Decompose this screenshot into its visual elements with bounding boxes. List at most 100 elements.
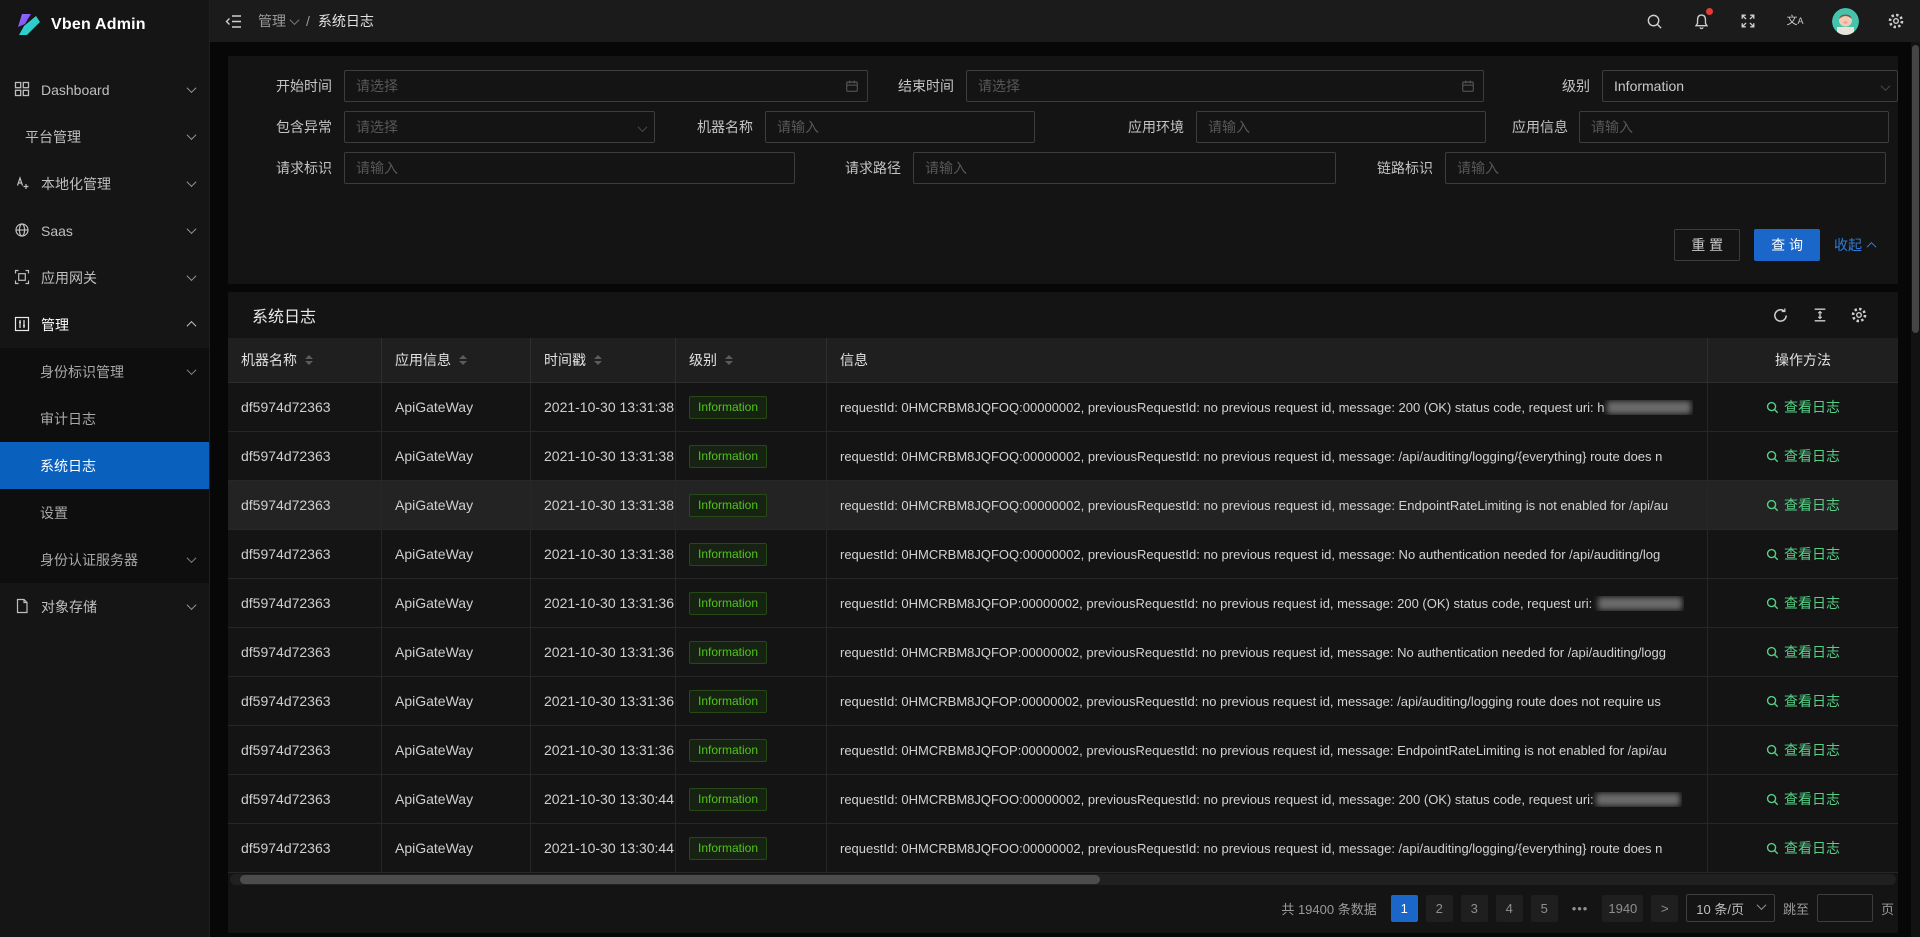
filter-field-end-time: 结束时间 (894, 70, 1484, 102)
column-header-app-info[interactable]: 应用信息 (382, 338, 531, 383)
chevron-down-icon (187, 553, 197, 563)
cell-machine-name: df5974d72363 (228, 481, 382, 530)
search-button[interactable]: 查 询 (1754, 229, 1820, 261)
localization-icon (14, 175, 31, 192)
request-id-input[interactable] (344, 152, 795, 184)
cell-actions: 查看日志 (1708, 824, 1898, 873)
view-log-button[interactable]: 查看日志 (1766, 495, 1840, 515)
next-page-button[interactable]: > (1651, 895, 1678, 922)
app-info-label: 应用信息 (1512, 117, 1567, 137)
sidebar-item-settings[interactable]: 设置 (0, 489, 209, 536)
page-button[interactable]: 5 (1531, 895, 1558, 922)
avatar[interactable] (1832, 8, 1859, 35)
collapse-filters-link[interactable]: 收起 (1834, 235, 1875, 255)
sidebar-item-dashboard[interactable]: Dashboard (0, 66, 209, 113)
page-size-select[interactable]: 10 条/页 (1686, 894, 1775, 922)
breadcrumb: 管理 / 系统日志 (258, 11, 374, 31)
horizontal-scrollbar-thumb[interactable] (240, 875, 1100, 884)
calendar-icon (1461, 79, 1475, 93)
table-row: df5974d72363 ApiGateWay 2021-10-30 13:31… (228, 628, 1898, 677)
cell-app-info: ApiGateWay (382, 481, 531, 530)
filter-field-start-time: 开始时间 (252, 70, 868, 102)
sidebar-item-label: 本地化管理 (41, 174, 188, 194)
app-info-input[interactable] (1579, 111, 1889, 143)
sidebar-item-audit-log[interactable]: 审计日志 (0, 395, 209, 442)
sidebar-item-label: 设置 (40, 503, 195, 523)
vertical-scrollbar (1911, 42, 1920, 937)
environment-input[interactable] (1196, 111, 1486, 143)
page-button[interactable]: 1940 (1602, 895, 1643, 922)
sort-icons (305, 355, 313, 365)
filter-panel: 开始时间 结束时间 (228, 56, 1898, 284)
start-time-input[interactable] (344, 70, 868, 102)
view-log-button[interactable]: 查看日志 (1766, 838, 1840, 858)
column-settings-gear-icon[interactable] (1849, 306, 1868, 325)
table-row: df5974d72363 ApiGateWay 2021-10-30 13:31… (228, 481, 1898, 530)
notification-bell-icon[interactable] (1691, 11, 1711, 31)
column-header-timestamp[interactable]: 时间戳 (531, 338, 676, 383)
search-icon[interactable] (1644, 11, 1664, 31)
level-badge: Information (689, 445, 767, 468)
menu-fold-icon[interactable] (222, 10, 244, 32)
chevron-down-icon (187, 177, 197, 187)
sidebar-item-gateway[interactable]: 应用网关 (0, 254, 209, 301)
view-log-button[interactable]: 查看日志 (1766, 642, 1840, 662)
cell-actions: 查看日志 (1708, 432, 1898, 481)
page-button[interactable]: 4 (1496, 895, 1523, 922)
sidebar-item-label: 审计日志 (40, 409, 195, 429)
sidebar-item-saas[interactable]: Saas (0, 207, 209, 254)
column-header-machine[interactable]: 机器名称 (228, 338, 382, 383)
jump-page-input[interactable] (1817, 894, 1873, 922)
breadcrumb-section[interactable]: 管理 (258, 11, 298, 31)
view-log-button[interactable]: 查看日志 (1766, 446, 1840, 466)
view-log-button[interactable]: 查看日志 (1766, 397, 1840, 417)
page-button[interactable]: ••• (1566, 895, 1595, 922)
translate-icon[interactable]: 文A (1785, 11, 1805, 31)
request-path-label: 请求路径 (841, 158, 901, 178)
sidebar-item-label: 系统日志 (40, 456, 195, 476)
machine-name-input[interactable] (765, 111, 1035, 143)
cell-timestamp: 2021-10-30 13:31:38 (531, 383, 676, 432)
request-path-input[interactable] (913, 152, 1336, 184)
sidebar-item-platform[interactable]: 平台管理 (0, 113, 209, 160)
view-log-button[interactable]: 查看日志 (1766, 789, 1840, 809)
cell-level: Information (676, 481, 827, 530)
cell-app-info: ApiGateWay (382, 530, 531, 579)
sidebar-item-object-storage[interactable]: 对象存储 (0, 583, 209, 630)
sidebar-item-manage[interactable]: 管理 (0, 301, 209, 348)
breadcrumb-separator: / (306, 13, 310, 29)
cell-level: Information (676, 383, 827, 432)
view-log-button[interactable]: 查看日志 (1766, 544, 1840, 564)
sidebar-item-identity-server[interactable]: 身份认证服务器 (0, 536, 209, 583)
chevron-down-icon (187, 365, 197, 375)
view-log-button[interactable]: 查看日志 (1766, 740, 1840, 760)
page-button[interactable]: 2 (1426, 895, 1453, 922)
redacted-blur (1598, 597, 1682, 610)
level-badge: Information (689, 641, 767, 664)
trace-id-input[interactable] (1445, 152, 1886, 184)
magnifier-icon (1766, 499, 1779, 512)
fullscreen-icon[interactable] (1738, 11, 1758, 31)
level-select[interactable]: Information (1602, 70, 1898, 102)
end-time-input[interactable] (966, 70, 1484, 102)
logo-icon (14, 11, 42, 39)
page-button[interactable]: 1 (1391, 895, 1418, 922)
exception-select[interactable]: 请选择 (344, 111, 655, 143)
row-height-icon[interactable] (1810, 306, 1829, 325)
cell-machine-name: df5974d72363 (228, 579, 382, 628)
page-button[interactable]: 3 (1461, 895, 1488, 922)
logo[interactable]: Vben Admin (0, 0, 209, 50)
view-log-button[interactable]: 查看日志 (1766, 593, 1840, 613)
vertical-scrollbar-thumb[interactable] (1912, 45, 1919, 333)
refresh-icon[interactable] (1771, 306, 1790, 325)
sidebar-item-system-log[interactable]: 系统日志 (0, 442, 209, 489)
settings-gear-icon[interactable] (1886, 11, 1906, 31)
cell-app-info: ApiGateWay (382, 775, 531, 824)
cell-message: requestId: 0HMCRBM8JQFOQ:00000002, previ… (827, 481, 1708, 530)
view-log-button[interactable]: 查看日志 (1766, 691, 1840, 711)
sidebar-item-localization[interactable]: 本地化管理 (0, 160, 209, 207)
sidebar-item-identity-management[interactable]: 身份标识管理 (0, 348, 209, 395)
reset-button[interactable]: 重 置 (1674, 229, 1740, 261)
jump-unit-label: 页 (1881, 899, 1894, 918)
column-header-level[interactable]: 级别 (676, 338, 827, 383)
